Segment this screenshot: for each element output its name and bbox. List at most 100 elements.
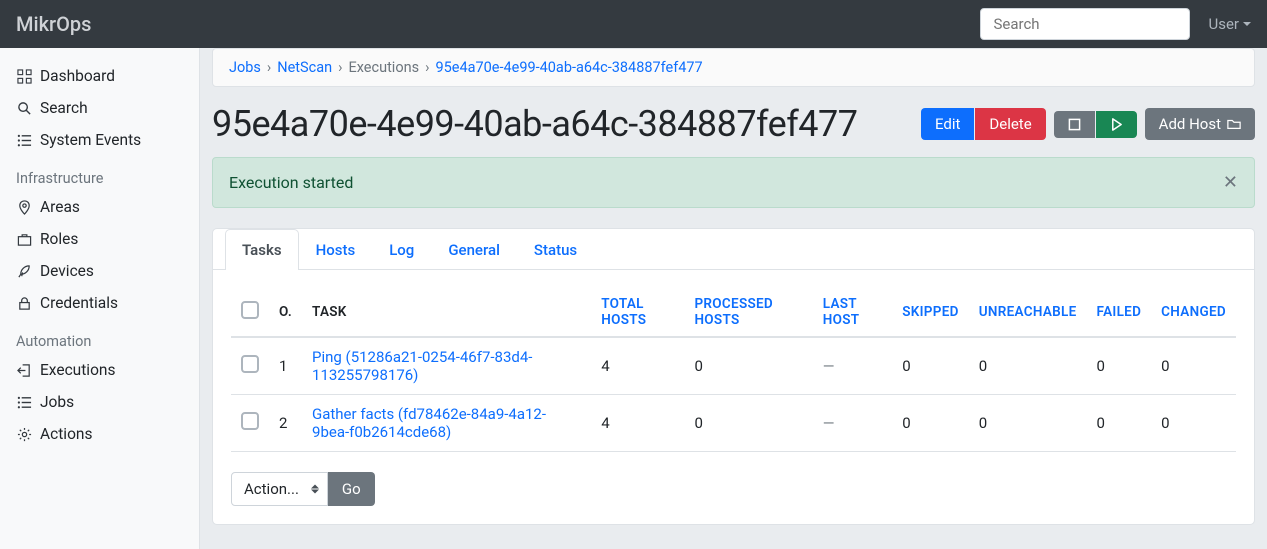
select-caret-icon: [311, 485, 319, 494]
task-link[interactable]: Gather facts (fd78462e-84a9-4a12-9bea-f0…: [312, 405, 546, 441]
cell-skipped: 0: [892, 337, 969, 395]
stop-icon: [1068, 118, 1081, 131]
sidebar-item-executions[interactable]: Executions: [0, 354, 199, 386]
tabs: Tasks Hosts Log General Status: [213, 229, 1254, 270]
search-icon: [16, 101, 32, 116]
col-failed[interactable]: FAILED: [1087, 288, 1152, 337]
briefcase-icon: [16, 232, 32, 247]
list-icon: [16, 395, 32, 410]
card: Tasks Hosts Log General Status O. TASK T…: [212, 228, 1255, 525]
alert-message: Execution started: [229, 173, 353, 192]
bulk-action-label: Action...: [244, 480, 299, 498]
rocket-icon: [16, 264, 32, 279]
sidebar-item-label: Devices: [40, 262, 94, 280]
breadcrumb-netscan[interactable]: NetScan: [277, 59, 332, 76]
row-checkbox[interactable]: [241, 355, 259, 373]
search-input[interactable]: [980, 8, 1190, 40]
stop-button[interactable]: [1054, 111, 1095, 138]
sidebar-item-label: Jobs: [40, 393, 74, 411]
col-processed-hosts[interactable]: PROCESSED HOSTS: [684, 288, 812, 337]
bulk-action-select[interactable]: Action...: [231, 472, 328, 506]
page-title: 95e4a70e-4e99-40ab-a64c-384887fef477: [212, 103, 913, 145]
cell-skipped: 0: [892, 395, 969, 452]
breadcrumb-separator: ›: [267, 59, 271, 76]
tab-status[interactable]: Status: [517, 229, 594, 270]
sidebar-section-automation: Automation: [0, 319, 199, 354]
sidebar-item-actions[interactable]: Actions: [0, 418, 199, 450]
main-content: Jobs › NetScan › Executions › 95e4a70e-4…: [200, 48, 1267, 549]
exit-icon: [16, 363, 32, 378]
go-button[interactable]: Go: [328, 472, 375, 506]
gear-icon: [16, 427, 32, 442]
sidebar-item-devices[interactable]: Devices: [0, 255, 199, 287]
sidebar-item-areas[interactable]: Areas: [0, 191, 199, 223]
sidebar-item-label: Credentials: [40, 294, 118, 312]
cell-last-host: —: [813, 395, 892, 452]
row-checkbox[interactable]: [241, 412, 259, 430]
cell-failed: 0: [1087, 395, 1152, 452]
tab-general[interactable]: General: [431, 229, 517, 270]
sidebar-section-infrastructure: Infrastructure: [0, 156, 199, 191]
sidebar-item-label: Dashboard: [40, 67, 115, 85]
task-link[interactable]: Ping (51286a21-0254-46f7-83d4-1132557981…: [312, 348, 532, 384]
table-row: 1 Ping (51286a21-0254-46f7-83d4-11325579…: [231, 337, 1236, 395]
add-host-label: Add Host: [1159, 115, 1221, 133]
col-skipped[interactable]: SKIPPED: [892, 288, 969, 337]
cell-order: 1: [269, 337, 302, 395]
sidebar-item-system-events[interactable]: System Events: [0, 124, 199, 156]
tasks-table: O. TASK TOTAL HOSTS PROCESSED HOSTS LAST…: [231, 288, 1236, 452]
breadcrumb-jobs[interactable]: Jobs: [229, 59, 261, 76]
cell-last-host: —: [813, 337, 892, 395]
edit-button[interactable]: Edit: [921, 108, 974, 140]
sidebar-item-dashboard[interactable]: Dashboard: [0, 60, 199, 92]
sidebar-item-credentials[interactable]: Credentials: [0, 287, 199, 319]
sidebar-item-label: Roles: [40, 230, 78, 248]
tab-log[interactable]: Log: [372, 229, 431, 270]
folder-icon: [1227, 117, 1241, 131]
sidebar-item-jobs[interactable]: Jobs: [0, 386, 199, 418]
cell-failed: 0: [1087, 337, 1152, 395]
table-row: 2 Gather facts (fd78462e-84a9-4a12-9bea-…: [231, 395, 1236, 452]
cell-unreachable: 0: [969, 337, 1087, 395]
sidebar-item-search[interactable]: Search: [0, 92, 199, 124]
user-label: User: [1208, 15, 1239, 33]
tab-tasks[interactable]: Tasks: [225, 229, 299, 270]
cell-unreachable: 0: [969, 395, 1087, 452]
sidebar-item-label: Executions: [40, 361, 115, 379]
cell-order: 2: [269, 395, 302, 452]
cell-changed: 0: [1151, 337, 1236, 395]
col-unreachable[interactable]: UNREACHABLE: [969, 288, 1087, 337]
sidebar-item-roles[interactable]: Roles: [0, 223, 199, 255]
play-button[interactable]: [1096, 111, 1137, 138]
alert-success: Execution started ✕: [212, 157, 1255, 208]
cell-total-hosts: 4: [591, 337, 684, 395]
breadcrumb: Jobs › NetScan › Executions › 95e4a70e-4…: [212, 48, 1255, 87]
sidebar-item-label: Search: [40, 99, 88, 117]
select-all-checkbox[interactable]: [241, 301, 259, 319]
list-icon: [16, 133, 32, 148]
breadcrumb-separator: ›: [425, 59, 429, 76]
chevron-down-icon: [1243, 22, 1251, 26]
col-total-hosts[interactable]: TOTAL HOSTS: [591, 288, 684, 337]
breadcrumb-executions: Executions: [349, 59, 420, 76]
col-order: O.: [269, 288, 302, 337]
cell-processed-hosts: 0: [684, 337, 812, 395]
delete-button[interactable]: Delete: [975, 108, 1045, 140]
sidebar-item-label: Areas: [40, 198, 80, 216]
brand[interactable]: MikrOps: [16, 12, 91, 36]
add-host-button[interactable]: Add Host: [1145, 108, 1255, 140]
grid-icon: [16, 69, 32, 84]
col-last-host[interactable]: LAST HOST: [813, 288, 892, 337]
alert-close-button[interactable]: ✕: [1223, 172, 1238, 193]
col-changed[interactable]: CHANGED: [1151, 288, 1236, 337]
tab-hosts[interactable]: Hosts: [299, 229, 373, 270]
topbar: MikrOps User: [0, 0, 1267, 48]
user-menu[interactable]: User: [1208, 15, 1251, 33]
play-icon: [1110, 118, 1123, 131]
cell-total-hosts: 4: [591, 395, 684, 452]
sidebar: Dashboard Search System Events Infrastru…: [0, 48, 200, 549]
breadcrumb-separator: ›: [338, 59, 342, 76]
cell-processed-hosts: 0: [684, 395, 812, 452]
breadcrumb-current[interactable]: 95e4a70e-4e99-40ab-a64c-384887fef477: [435, 59, 702, 76]
sidebar-item-label: System Events: [40, 131, 141, 149]
